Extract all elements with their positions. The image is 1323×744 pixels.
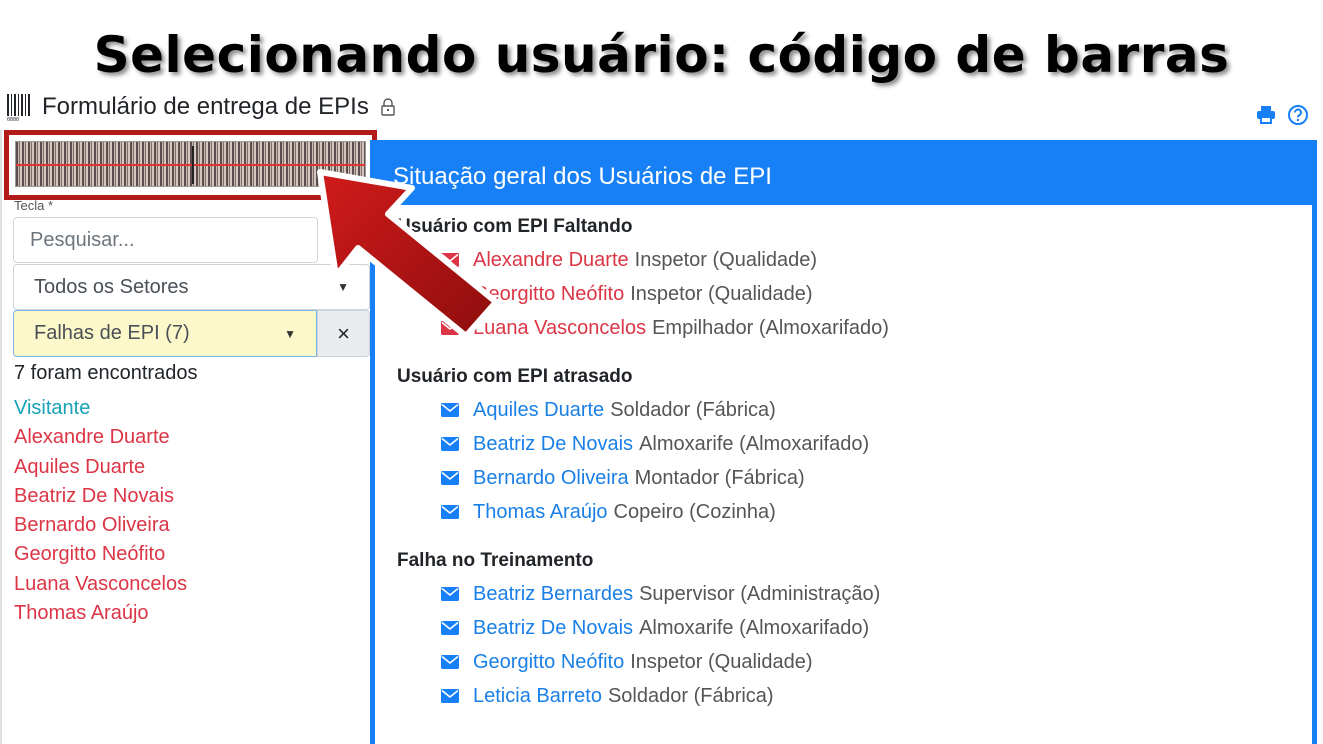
user-entry: Bernardo Oliveira Montador (Fábrica) [397, 461, 1290, 495]
section-title: Usuário com EPI atrasado [397, 366, 633, 387]
user-entry: Thomas Araújo Copeiro (Cozinha) [397, 495, 1290, 529]
user-list-item[interactable]: Luana Vasconcelos [14, 570, 187, 599]
barcode-icon: 0000 [7, 94, 30, 122]
mail-icon[interactable] [441, 321, 459, 335]
user-name-link[interactable]: Leticia Barreto [473, 685, 602, 708]
user-role: Inspetor (Qualidade) [630, 650, 813, 673]
print-icon[interactable] [1255, 104, 1277, 126]
panel-body: Usuário com EPI Faltando Alexandre Duarte… [375, 205, 1312, 713]
svg-text:0000: 0000 [7, 117, 19, 122]
app-header: 0000 Formulário de entrega de EPIs [6, 90, 397, 124]
user-entry: Beatriz De Novais Almoxarife (Almoxarifad… [397, 427, 1290, 461]
user-name-link[interactable]: Bernardo Oliveira [473, 467, 629, 490]
user-role: Montador (Fábrica) [634, 466, 805, 489]
text-cursor [192, 146, 194, 184]
sector-select[interactable]: Todos os Setores ▼ [13, 264, 370, 310]
user-role: Inspetor (Qualidade) [634, 248, 817, 271]
clear-filter-button[interactable]: × [317, 310, 370, 357]
user-list-item[interactable]: Aquiles Duarte [14, 453, 187, 482]
user-role: Soldador (Fábrica) [610, 398, 776, 421]
mail-icon[interactable] [441, 621, 459, 635]
scan-line [16, 164, 365, 166]
user-entry: Georgitto Neófito Inspetor (Qualidade) [397, 645, 1290, 679]
filter-select[interactable]: Falhas de EPI (7) ▼ [13, 310, 317, 357]
user-role: Almoxarife (Almoxarifado) [639, 432, 870, 455]
caret-down-icon: ▼ [337, 280, 349, 294]
mail-icon[interactable] [441, 505, 459, 519]
sector-select-value: Todos os Setores [34, 275, 189, 298]
mail-icon[interactable] [441, 471, 459, 485]
user-list-item[interactable]: Visitante [14, 394, 187, 423]
user-role: Supervisor (Administração) [639, 582, 881, 605]
user-role: Almoxarife (Almoxarifado) [639, 616, 870, 639]
user-name-link[interactable]: Georgitto Neófito [473, 283, 624, 306]
user-list-item[interactable]: Bernardo Oliveira [14, 511, 187, 540]
section-title: Usuário com EPI Faltando [397, 216, 633, 237]
user-name-link[interactable]: Thomas Araújo [473, 501, 608, 524]
mail-icon[interactable] [441, 403, 459, 417]
app-title: Formulário de entrega de EPIs [42, 93, 369, 120]
help-icon[interactable] [1287, 104, 1309, 126]
mail-icon[interactable] [441, 689, 459, 703]
section-title: Falha no Treinamento [397, 550, 594, 571]
user-role: Inspetor (Qualidade) [630, 282, 813, 305]
mail-icon[interactable] [441, 287, 459, 301]
mail-icon[interactable] [441, 655, 459, 669]
barcode-image [15, 141, 366, 187]
user-entry: Aquiles Duarte Soldador (Fábrica) [397, 393, 1290, 427]
user-entry: Alexandre Duarte Inspetor (Qualidade) [397, 243, 1290, 277]
mail-icon[interactable] [441, 437, 459, 451]
user-entry: Beatriz Bernardes Supervisor (Administraç… [397, 577, 1290, 611]
mail-icon[interactable] [441, 253, 459, 267]
user-entry: Luana Vasconcelos Empilhador (Almoxarifad… [397, 311, 1290, 345]
user-list-item[interactable]: Georgitto Neófito [14, 540, 187, 569]
user-name-link[interactable]: Luana Vasconcelos [473, 317, 646, 340]
field-label: Tecla * [14, 198, 54, 213]
filter-select-value: Falhas de EPI (7) [34, 322, 190, 344]
user-name-link[interactable]: Beatriz De Novais [473, 433, 633, 456]
user-name-link[interactable]: Georgitto Neófito [473, 651, 624, 674]
found-count: 7 foram encontrados [14, 362, 198, 384]
user-name-link[interactable]: Alexandre Duarte [473, 249, 629, 272]
user-list: Visitante Alexandre Duarte Aquiles Duarte B… [14, 394, 187, 628]
user-name-link[interactable]: Aquiles Duarte [473, 399, 604, 422]
slide-title: Selecionando usuário: código de barras [93, 26, 1230, 84]
user-name-link[interactable]: Beatriz Bernardes [473, 583, 633, 606]
barcode-scanner-field[interactable] [4, 130, 377, 200]
user-role: Copeiro (Cozinha) [613, 500, 776, 523]
user-list-item[interactable]: Beatriz De Novais [14, 482, 187, 511]
left-border [0, 130, 2, 744]
user-name-link[interactable]: Beatriz De Novais [473, 617, 633, 640]
user-entry: Leticia Barreto Soldador (Fábrica) [397, 679, 1290, 713]
user-role: Soldador (Fábrica) [607, 684, 774, 707]
search-input[interactable] [13, 217, 318, 263]
toolbar-icons [1255, 104, 1309, 126]
user-entry: Beatriz De Novais Almoxarife (Almoxarifad… [397, 611, 1290, 645]
user-list-item[interactable]: Alexandre Duarte [14, 423, 187, 452]
lock-icon[interactable] [379, 97, 397, 117]
panel-title: Situação geral dos Usuários de EPI [375, 145, 1312, 205]
caret-down-icon: ▼ [284, 326, 296, 341]
user-role: Empilhador (Almoxarifado) [652, 316, 889, 339]
user-list-item[interactable]: Thomas Araújo [14, 599, 187, 628]
user-entry: Georgitto Neófito Inspetor (Qualidade) [397, 277, 1290, 311]
status-panel: Situação geral dos Usuários de EPI Usuár… [370, 140, 1317, 744]
mail-icon[interactable] [441, 587, 459, 601]
